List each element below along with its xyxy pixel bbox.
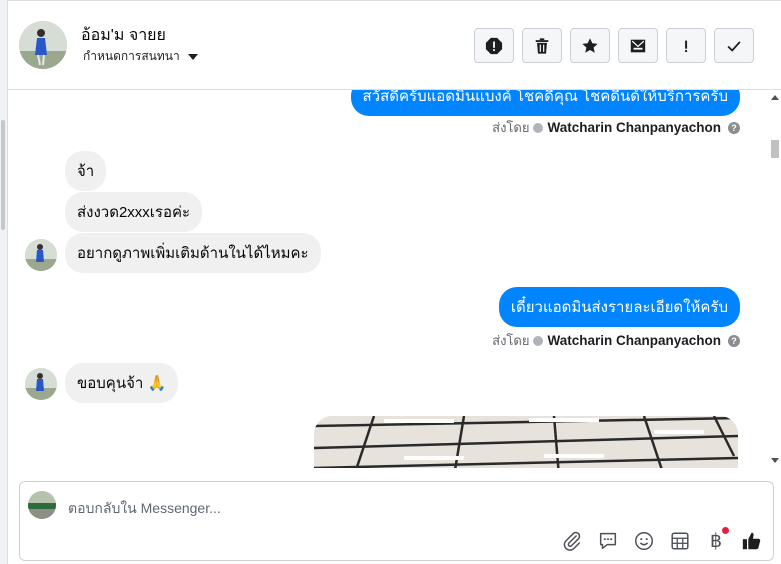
contact-avatar-small[interactable] — [25, 368, 57, 400]
trash-icon — [535, 37, 549, 54]
reply-input[interactable]: ตอบกลับใน Messenger... — [68, 498, 221, 520]
scroll-up-arrow-icon[interactable] — [771, 95, 779, 100]
emoji-icon — [635, 532, 653, 550]
conversation-header: อ้อม'ม จายย กำหนดการสนทนา — [8, 0, 781, 90]
message-thread[interactable]: สวัสดีครับแอดมินแบงค์ โชคดีคุณ โชคดีนด์ใ… — [8, 90, 768, 468]
paperclip-icon — [563, 531, 581, 551]
caret-down-icon — [187, 53, 198, 60]
sent-by-row: ส่งโดย Watcharin Chanpanyachon ? — [492, 117, 740, 138]
mark-unread-button[interactable] — [618, 28, 658, 63]
conversation-label-dropdown[interactable]: กำหนดการสนทนา — [83, 47, 198, 66]
star-icon — [582, 37, 598, 53]
incoming-message[interactable]: ส่งงวด2xxxเรอค่ะ — [65, 192, 203, 232]
contact-avatar-small[interactable] — [25, 239, 57, 271]
mark-important-button[interactable] — [666, 28, 706, 63]
sent-by-row: ส่งโดย Watcharin Chanpanyachon ? — [492, 330, 740, 351]
payment-button[interactable]: ฿ — [705, 527, 729, 552]
page-check-icon — [533, 122, 544, 133]
page-avatar — [28, 491, 56, 519]
envelope-icon — [630, 39, 646, 52]
outgoing-message[interactable]: เดี๋ยวแอดมินส่งรายละเอียดให้ครับ — [498, 287, 740, 327]
conversation-label-text: กำหนดการสนทนา — [83, 49, 180, 63]
incoming-message[interactable]: อยากดูภาพเพิ่มเติมด้านในได้ไหมคะ — [65, 233, 321, 273]
help-icon[interactable]: ? — [728, 334, 740, 347]
star-button[interactable] — [570, 28, 610, 63]
messenger-inbox-pane: อ้อม'ม จายย กำหนดการสนทนา สวัสดีครับแอดม… — [0, 0, 781, 564]
emoji-button[interactable] — [633, 530, 655, 552]
sent-by-label: ส่งโดย — [492, 120, 530, 135]
alert-octagon-icon — [485, 37, 503, 54]
contact-name[interactable]: อ้อม'ม จายย — [81, 23, 166, 48]
saved-replies-button[interactable] — [597, 530, 619, 552]
outgoing-message[interactable]: สวัสดีครับแอดมินแบงค์ โชคดีคุณ โชคดีนด์ใ… — [350, 90, 740, 116]
calculator-button[interactable] — [669, 530, 691, 552]
thumbs-up-icon — [742, 532, 761, 550]
chat-bubble-icon — [599, 532, 617, 550]
header-actions — [474, 28, 754, 63]
like-button[interactable] — [741, 530, 763, 552]
mark-spam-button[interactable] — [474, 28, 514, 63]
scroll-down-arrow-icon[interactable] — [771, 458, 779, 463]
sender-name[interactable]: Watcharin Chanpanyachon — [547, 333, 721, 348]
thread-scrollbar[interactable] — [768, 90, 781, 468]
calculator-icon — [671, 532, 689, 550]
reply-composer[interactable]: ตอบกลับใน Messenger... ฿ — [19, 481, 774, 561]
help-icon[interactable]: ? — [728, 121, 740, 134]
left-scroll-thumb[interactable] — [1, 120, 5, 230]
composer-tools: ฿ — [561, 527, 763, 552]
exclamation-icon — [685, 40, 688, 52]
check-icon — [727, 40, 741, 52]
left-scroll-strip[interactable] — [0, 0, 8, 564]
incoming-message[interactable]: จ้า — [65, 151, 107, 191]
sender-name[interactable]: Watcharin Chanpanyachon — [547, 120, 721, 135]
notification-dot — [722, 527, 729, 534]
page-check-icon — [533, 335, 544, 346]
attach-button[interactable] — [561, 530, 583, 552]
contact-avatar[interactable] — [19, 21, 67, 69]
mark-done-button[interactable] — [714, 28, 754, 63]
baht-icon: ฿ — [709, 530, 723, 552]
attached-photo[interactable] — [314, 416, 738, 468]
incoming-message[interactable]: ขอบคุนจ้า 🙏 — [65, 363, 179, 403]
delete-button[interactable] — [522, 28, 562, 63]
sent-by-label: ส่งโดย — [492, 333, 530, 348]
scroll-thumb[interactable] — [771, 140, 779, 158]
